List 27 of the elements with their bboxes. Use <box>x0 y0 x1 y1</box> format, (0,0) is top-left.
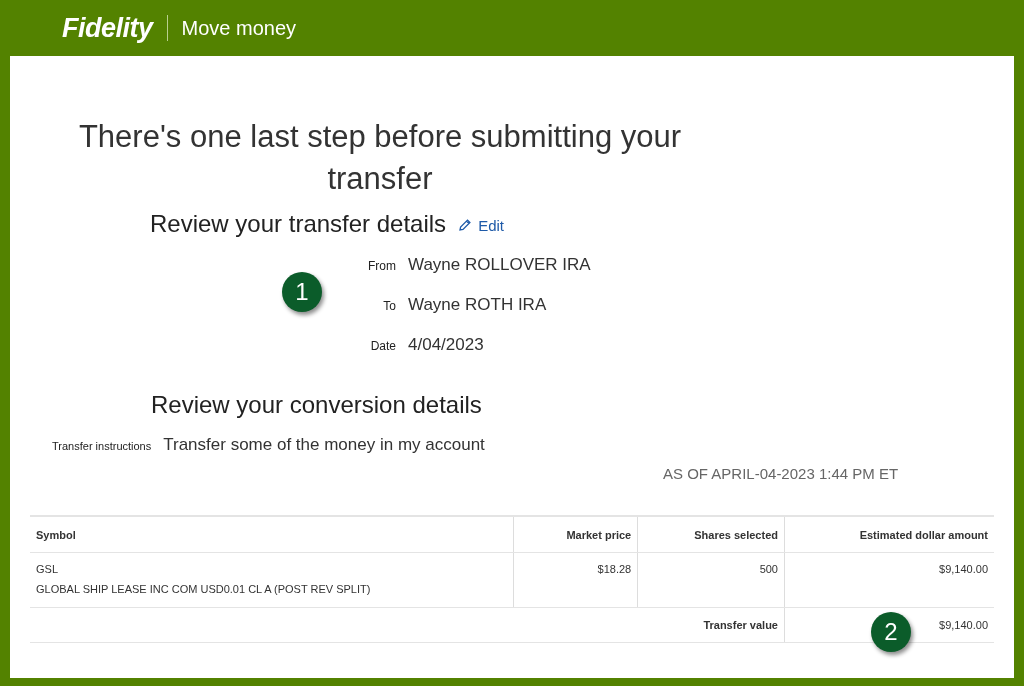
edit-link[interactable]: Edit <box>458 216 504 234</box>
field-label: Date <box>369 339 396 353</box>
field-label: From <box>367 259 396 273</box>
section-heading: Review your transfer details <box>150 210 447 238</box>
total-label: Transfer value <box>703 618 778 631</box>
table-cell: 500 <box>759 563 778 575</box>
column-header: Shares selected <box>637 516 785 553</box>
field-value: Wayne ROTH IRA <box>408 295 548 315</box>
field-label: To <box>382 299 396 313</box>
field-label: Transfer instructions <box>52 440 152 452</box>
timestamp: AS OF APRIL-04-2023 1:44 PM ET <box>663 465 900 482</box>
page-title: There's one last step before submitting your transfer <box>77 118 683 198</box>
table-cell: $18.28 <box>597 563 632 575</box>
field-value: Wayne ROLLOVER IRA <box>408 255 592 275</box>
field-value: Transfer some of the money in my account <box>163 435 485 455</box>
table-cell: $9,140.00 <box>939 563 988 575</box>
total-value: $9,140.00 <box>939 618 988 631</box>
page-heading: Move money <box>181 16 296 40</box>
table-cell-text: GLOBAL SHIP LEASE INC COM USD0.01 CL A (POST REV SPLIT) <box>36 583 372 595</box>
column-header: Market price <box>513 516 638 553</box>
pencil-icon <box>458 218 473 232</box>
logo: Fidelity <box>62 12 153 44</box>
table-cell-text: GSL <box>36 563 59 575</box>
field-value: 4/04/2023 <box>408 335 485 355</box>
column-header: Estimated dollar amount <box>784 516 994 553</box>
section-heading: Review your conversion details <box>151 391 483 419</box>
column-header: Symbol <box>30 516 514 553</box>
